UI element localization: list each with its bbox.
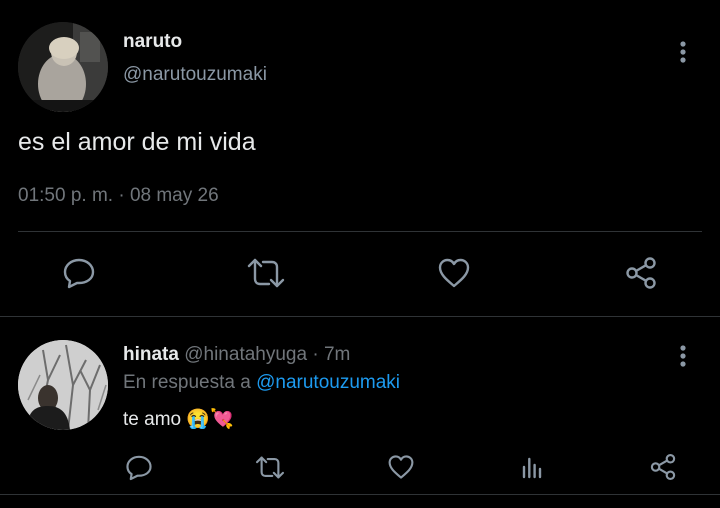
more-options-icon[interactable] — [671, 37, 695, 67]
share-icon[interactable] — [648, 452, 678, 482]
more-options-icon[interactable] — [671, 341, 695, 371]
avatar-photo — [18, 22, 108, 112]
divider — [18, 231, 702, 232]
avatar[interactable] — [18, 340, 108, 430]
author-name[interactable]: naruto — [123, 31, 182, 53]
tweet-text: es el amor de mi vida — [18, 128, 256, 156]
reply-icon[interactable] — [124, 452, 154, 482]
reply-icon[interactable] — [60, 255, 98, 291]
reply-context: En respuesta a @narutouzumaki — [123, 372, 400, 394]
analytics-icon[interactable] — [518, 452, 546, 482]
reply-text: te amo 😭💘 — [123, 407, 234, 431]
emoji: 😭💘 — [186, 409, 234, 430]
time-ago[interactable]: 7m — [324, 344, 350, 365]
avatar-photo — [18, 340, 108, 430]
retweet-icon[interactable] — [253, 452, 287, 482]
like-icon[interactable] — [386, 452, 416, 482]
like-icon[interactable] — [436, 255, 472, 291]
separator: · — [307, 344, 324, 365]
divider — [0, 494, 720, 495]
author-name[interactable]: hinata — [123, 344, 179, 365]
author-handle[interactable]: @hinatahyuga — [184, 344, 307, 365]
mention-link[interactable]: @narutouzumaki — [256, 372, 400, 393]
divider — [0, 316, 720, 317]
reply-to-label: En respuesta a — [123, 372, 257, 393]
share-icon[interactable] — [623, 255, 659, 291]
tweet-timestamp[interactable]: 01:50 p. m. · 08 may 26 — [18, 185, 219, 207]
avatar[interactable] — [18, 22, 108, 112]
author-handle[interactable]: @narutouzumaki — [123, 64, 267, 86]
tweet-thread: naruto @narutouzumaki es el amor de mi v… — [0, 0, 720, 508]
reply-text-body: te amo — [123, 409, 182, 430]
reply-header: hinata @hinatahyuga · 7m — [123, 344, 350, 366]
retweet-icon[interactable] — [245, 256, 287, 290]
